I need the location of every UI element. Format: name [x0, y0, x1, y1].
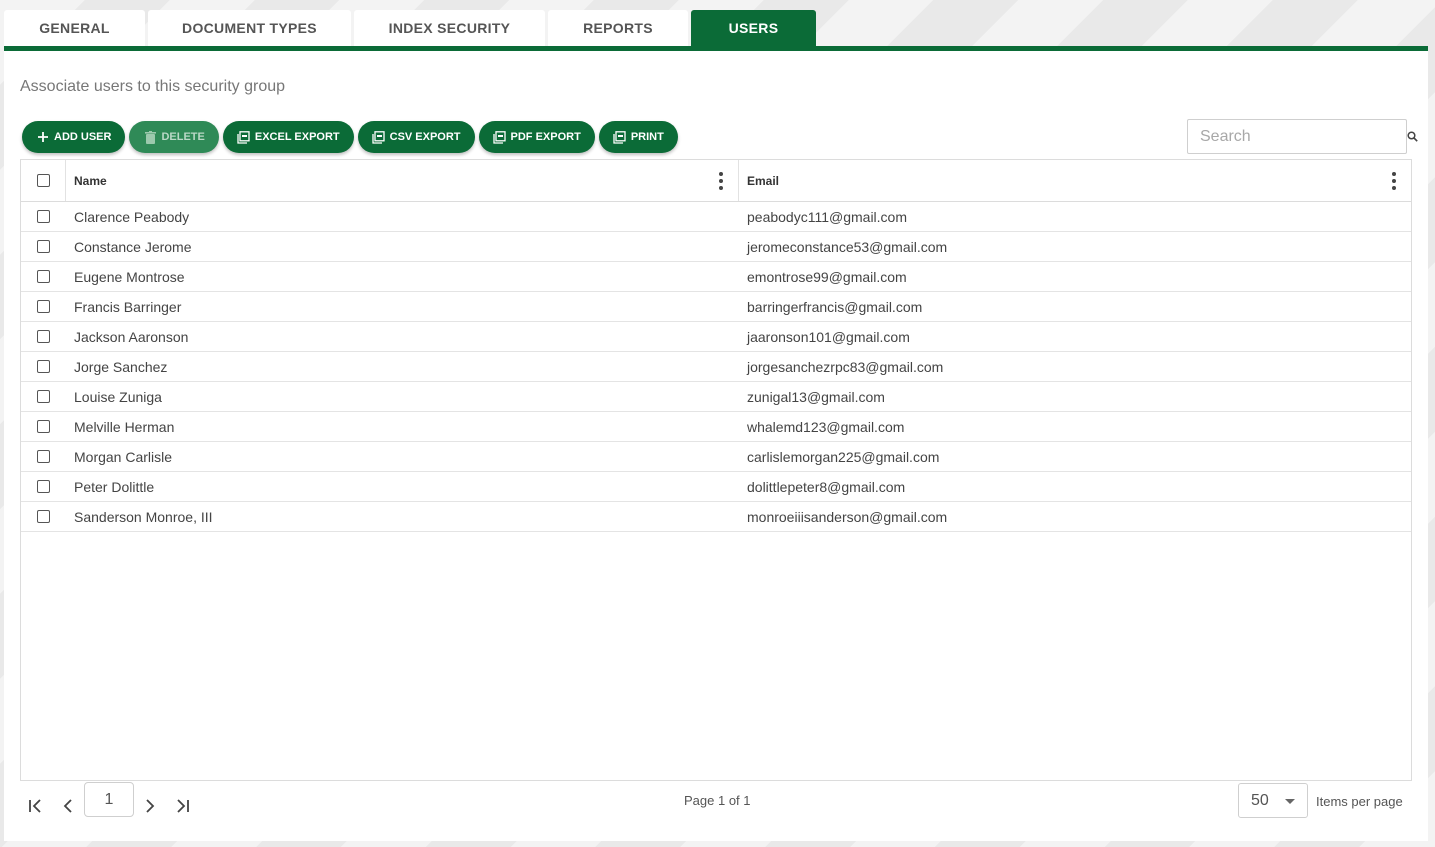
add-user-label: ADD USER: [54, 131, 112, 143]
table-row[interactable]: Sanderson Monroe, III monroeiiisanderson…: [21, 502, 1411, 532]
select-all-cell: [21, 160, 66, 201]
pdf-export-button[interactable]: PDF EXPORT: [478, 121, 595, 153]
row-checkbox[interactable]: [37, 360, 50, 373]
row-name: Louise Zuniga: [74, 388, 162, 405]
export-file-icon: [613, 130, 627, 144]
print-button[interactable]: PRINT: [598, 121, 678, 153]
row-checkbox[interactable]: [37, 270, 50, 283]
table-row[interactable]: Francis Barringer barringerfrancis@gmail…: [21, 292, 1411, 322]
select-all-checkbox[interactable]: [36, 174, 50, 187]
row-checkbox[interactable]: [37, 300, 50, 313]
column-menu-icon[interactable]: [1391, 171, 1397, 190]
table-row[interactable]: Constance Jerome jeromeconstance53@gmail…: [21, 232, 1411, 262]
row-email: whalemd123@gmail.com: [747, 418, 905, 435]
row-name: Peter Dolittle: [74, 478, 155, 495]
tab-index-security[interactable]: INDEX SECURITY: [354, 10, 545, 46]
table-row[interactable]: Morgan Carlisle carlislemorgan225@gmail.…: [21, 442, 1411, 472]
column-menu-icon[interactable]: [718, 171, 724, 190]
chevron-down-icon: [1285, 799, 1295, 804]
last-page-icon[interactable]: [170, 793, 194, 819]
row-email: dolittlepeter8@gmail.com: [747, 478, 906, 495]
print-label: PRINT: [630, 131, 664, 143]
row-name: Eugene Montrose: [74, 268, 185, 285]
row-name: Constance Jerome: [74, 238, 192, 255]
csv-export-label: CSV EXPORT: [389, 131, 461, 143]
table-row[interactable]: Louise Zuniga zunigal13@gmail.com: [21, 382, 1411, 412]
column-header-email-label: Email: [747, 173, 780, 188]
row-email: jeromeconstance53@gmail.com: [747, 238, 948, 255]
search-icon[interactable]: [1407, 131, 1418, 142]
grid-header: Name Email: [21, 160, 1411, 202]
pdf-export-label: PDF EXPORT: [510, 131, 581, 143]
row-email: jaaronson101@gmail.com: [747, 328, 910, 345]
row-name: Jorge Sanchez: [74, 358, 168, 375]
csv-export-button[interactable]: CSV EXPORT: [357, 121, 475, 153]
row-checkbox[interactable]: [37, 210, 50, 223]
panel-subtitle: Associate users to this security group: [20, 78, 286, 95]
next-page-icon[interactable]: [138, 793, 162, 819]
table-row[interactable]: Jackson Aaronson jaaronson101@gmail.com: [21, 322, 1411, 352]
row-email: peabodyc111@gmail.com: [747, 208, 908, 225]
excel-export-button[interactable]: EXCEL EXPORT: [222, 121, 354, 153]
row-email: zunigal13@gmail.com: [747, 388, 885, 405]
first-page-icon[interactable]: [24, 793, 48, 819]
excel-export-label: EXCEL EXPORT: [254, 131, 340, 143]
tab-users[interactable]: USERS: [691, 10, 816, 46]
row-checkbox[interactable]: [37, 450, 50, 463]
pager: 1 Page 1 of 1 50 Items per page: [20, 781, 1412, 841]
row-email: barringerfrancis@gmail.com: [747, 298, 923, 315]
row-checkbox[interactable]: [37, 240, 50, 253]
row-name: Francis Barringer: [74, 298, 182, 315]
table-row[interactable]: Peter Dolittle dolittlepeter8@gmail.com: [21, 472, 1411, 502]
users-grid: Name Email Clarence Peabody peabodyc111@…: [20, 159, 1412, 781]
previous-page-icon[interactable]: [56, 793, 80, 819]
page-size-select[interactable]: 50: [1238, 783, 1308, 818]
table-row[interactable]: Jorge Sanchez jorgesanchezrpc83@gmail.co…: [21, 352, 1411, 382]
export-file-icon: [493, 130, 507, 144]
column-header-email[interactable]: Email: [739, 160, 1411, 201]
users-panel: Associate users to this security group A…: [4, 46, 1428, 841]
row-name: Sanderson Monroe, III: [74, 508, 213, 525]
export-file-icon: [237, 130, 251, 144]
add-user-button[interactable]: ADD USER: [22, 121, 126, 153]
grid-toolbar: ADD USER DELETE EXCEL EXPORT CSV EXPORT …: [22, 121, 678, 153]
row-name: Clarence Peabody: [74, 208, 190, 225]
trash-icon: [143, 130, 157, 144]
tab-document-types[interactable]: DOCUMENT TYPES: [148, 10, 351, 46]
row-checkbox[interactable]: [37, 330, 50, 343]
row-name: Morgan Carlisle: [74, 448, 173, 465]
table-row[interactable]: Melville Herman whalemd123@gmail.com: [21, 412, 1411, 442]
page-size-value: 50: [1251, 791, 1269, 809]
page-info: Page 1 of 1: [684, 793, 751, 808]
row-checkbox[interactable]: [37, 480, 50, 493]
row-email: emontrose99@gmail.com: [747, 268, 907, 285]
row-email: jorgesanchezrpc83@gmail.com: [747, 358, 944, 375]
delete-label: DELETE: [161, 131, 205, 143]
tab-reports[interactable]: REPORTS: [548, 10, 688, 46]
items-per-page-label: Items per page: [1316, 794, 1403, 809]
row-checkbox[interactable]: [37, 390, 50, 403]
column-header-name-label: Name: [74, 173, 107, 188]
tab-general[interactable]: GENERAL: [4, 10, 145, 46]
tab-bar: GENERAL DOCUMENT TYPES INDEX SECURITY RE…: [4, 10, 819, 46]
table-row[interactable]: Eugene Montrose emontrose99@gmail.com: [21, 262, 1411, 292]
column-header-name[interactable]: Name: [66, 160, 739, 201]
search-input[interactable]: [1188, 120, 1407, 153]
row-name: Jackson Aaronson: [74, 328, 189, 345]
row-name: Melville Herman: [74, 418, 175, 435]
page-number-input[interactable]: 1: [84, 782, 134, 817]
table-row[interactable]: Clarence Peabody peabodyc111@gmail.com: [21, 202, 1411, 232]
export-file-icon: [372, 130, 386, 144]
row-checkbox[interactable]: [37, 510, 50, 523]
row-email: monroeiiisanderson@gmail.com: [747, 508, 948, 525]
delete-button[interactable]: DELETE: [129, 121, 219, 153]
search-box: [1187, 119, 1418, 154]
row-checkbox[interactable]: [37, 420, 50, 433]
row-email: carlislemorgan225@gmail.com: [747, 448, 940, 465]
plus-icon: [36, 130, 50, 144]
